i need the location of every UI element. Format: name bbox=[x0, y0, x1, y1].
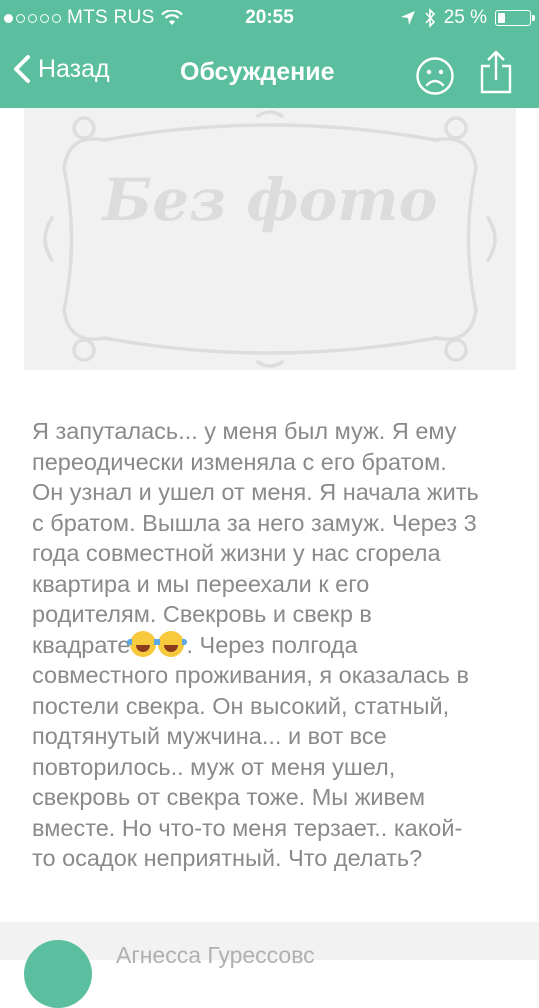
battery-icon bbox=[495, 10, 535, 26]
post-fragment: . Через полгода bbox=[186, 631, 358, 658]
post-fragment: квадрате bbox=[32, 631, 131, 658]
post-line-with-emoji: квадрате . Через полгода bbox=[32, 630, 522, 661]
post-line: Он узнал и ушел от меня. Я начала жить bbox=[32, 479, 479, 505]
sad-face-icon[interactable] bbox=[415, 56, 455, 96]
page-title: Обсуждение bbox=[180, 58, 335, 86]
post-line: то осадок неприятный. Что делать? bbox=[32, 845, 423, 871]
share-icon[interactable] bbox=[478, 50, 514, 94]
post-line: Я запуталась... у меня был муж. Я ему bbox=[32, 418, 457, 444]
post-line: родителям. Свекровь и свекр в bbox=[32, 601, 372, 627]
post-line: квартира и мы переехали к его bbox=[32, 570, 370, 597]
battery-percent: 25 % bbox=[443, 7, 487, 28]
back-button[interactable]: Назад bbox=[12, 54, 110, 84]
status-right: 25 % bbox=[400, 7, 535, 29]
post-line: повторилось.. муж от меня ушел, bbox=[32, 753, 396, 780]
post-line: совместного проживания, я оказалась в bbox=[32, 662, 469, 688]
face-with-tears-of-joy-icon bbox=[127, 630, 160, 657]
post-line: года совместной жизни у нас сгорела bbox=[32, 540, 441, 566]
ornamental-frame-icon bbox=[43, 110, 497, 368]
post-line: подтянутый мужчина... и вот все bbox=[32, 723, 387, 749]
signal-strength-icon bbox=[4, 13, 61, 23]
post-line: постели свекра. Он высокий, статный, bbox=[32, 692, 450, 719]
face-with-tears-of-joy-icon bbox=[155, 630, 188, 657]
back-label: Назад bbox=[38, 54, 110, 83]
bluetooth-icon bbox=[425, 8, 435, 28]
post-line: вместе. Но что-то меня терзает.. какой- bbox=[32, 814, 463, 841]
comment-author: Агнесса Гурессовс bbox=[116, 942, 315, 968]
avatar[interactable] bbox=[24, 940, 92, 1008]
status-bar: MTS RUS 20:55 25 % bbox=[0, 0, 539, 38]
post-line: с братом. Вышла за него замуж. Через 3 bbox=[32, 509, 477, 536]
app-header: MTS RUS 20:55 25 % Назад Обсуждение bbox=[0, 0, 539, 108]
location-arrow-icon bbox=[400, 11, 415, 25]
post-line: свекровь от свекра тоже. Мы живем bbox=[32, 784, 425, 810]
no-photo-label: Без фото bbox=[102, 166, 438, 234]
status-left: MTS RUS bbox=[4, 7, 183, 29]
post-text: Я запуталась... у меня был муж. Я ему пе… bbox=[32, 416, 522, 874]
comment-preview[interactable]: Агнесса Гурессовс bbox=[0, 922, 539, 1008]
post-line: переодически изменяла с его братом. bbox=[32, 448, 447, 475]
chevron-left-icon bbox=[14, 55, 30, 83]
carrier-name: MTS RUS bbox=[67, 7, 155, 28]
wifi-icon bbox=[160, 10, 183, 25]
no-photo-placeholder: Без фото bbox=[24, 108, 516, 370]
navigation-bar: Назад Обсуждение bbox=[0, 38, 539, 108]
